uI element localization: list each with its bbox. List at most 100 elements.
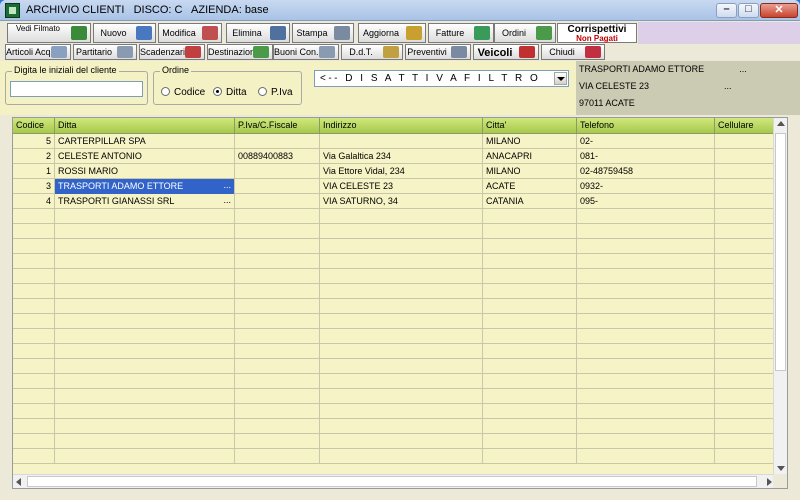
- cell-codice[interactable]: 3: [13, 179, 55, 194]
- cell-cellulare: [715, 404, 775, 419]
- cell-indirizzo[interactable]: Via Galaltica 234: [320, 149, 483, 164]
- cell-ditta[interactable]: TRASPORTI ADAMO ETTORE...: [55, 179, 235, 194]
- cell-cellulare[interactable]: [715, 179, 775, 194]
- cell-citta[interactable]: MILANO: [483, 164, 577, 179]
- scroll-down-icon[interactable]: [777, 466, 785, 471]
- cell-citta: [483, 239, 577, 254]
- corrispettivi-button[interactable]: Corrispettivi Non Pagati: [557, 23, 637, 43]
- scroll-right-icon[interactable]: [767, 478, 772, 486]
- cell-piva[interactable]: [235, 179, 320, 194]
- table-row[interactable]: 2 CELESTE ANTONIO 00889400883 Via Galaltica…: [13, 149, 775, 164]
- column-header-indirizzo[interactable]: Indirizzo: [320, 118, 483, 134]
- cell-indirizzo: [320, 239, 483, 254]
- table-row[interactable]: 4 TRASPORTI GIANASSI SRL... VIA SATURNO, 3…: [13, 194, 775, 209]
- column-header-cellulare[interactable]: Cellulare: [715, 118, 775, 134]
- column-header-codice[interactable]: Codice: [13, 118, 55, 134]
- column-header-telefono[interactable]: Telefono: [577, 118, 715, 134]
- cell-cellulare[interactable]: [715, 194, 775, 209]
- column-header-ditta[interactable]: Ditta: [55, 118, 235, 134]
- aggiorna-button[interactable]: Aggiorna: [358, 23, 426, 43]
- nuovo-label: Nuovo: [100, 28, 127, 38]
- horizontal-scrollbar[interactable]: [13, 474, 775, 488]
- cell-indirizzo[interactable]: Via Ettore Vidal, 234: [320, 164, 483, 179]
- cell-codice: [13, 284, 55, 299]
- cell-piva[interactable]: [235, 194, 320, 209]
- cell-citta[interactable]: CATANIA: [483, 194, 577, 209]
- fatture-button[interactable]: Fatture: [428, 23, 494, 43]
- cell-ditta[interactable]: CARTERPILLAR SPA: [55, 134, 235, 149]
- cell-indirizzo[interactable]: [320, 134, 483, 149]
- ordini-button[interactable]: Ordini: [494, 23, 556, 43]
- column-header-citta[interactable]: Citta': [483, 118, 577, 134]
- scadenzario-button[interactable]: Scadenzario: [139, 44, 205, 60]
- minimize-button[interactable]: –: [716, 3, 737, 18]
- partitario-button[interactable]: Partitario: [73, 44, 137, 60]
- vertical-scrollbar[interactable]: [773, 118, 787, 474]
- scroll-up-icon[interactable]: [777, 121, 785, 126]
- cell-ditta[interactable]: CELESTE ANTONIO: [55, 149, 235, 164]
- modifica-button[interactable]: Modifica: [158, 23, 222, 43]
- preventivi-button[interactable]: Preventivi: [405, 44, 471, 60]
- cell-cellulare[interactable]: [715, 149, 775, 164]
- invoice-icon: [474, 26, 490, 40]
- chiudi-button[interactable]: Chiudi: [541, 44, 605, 60]
- close-button[interactable]: ✕: [760, 3, 798, 18]
- cell-citta[interactable]: MILANO: [483, 134, 577, 149]
- cell-piva[interactable]: [235, 134, 320, 149]
- articoli-button[interactable]: Articoli Acq.: [5, 44, 71, 60]
- table-row[interactable]: 1 ROSSI MARIO Via Ettore Vidal, 234 MILANO 0…: [13, 164, 775, 179]
- chevron-down-icon[interactable]: [554, 72, 567, 85]
- maximize-icon: □: [745, 3, 752, 15]
- cell-piva[interactable]: 00889400883: [235, 149, 320, 164]
- maximize-button[interactable]: □: [738, 3, 759, 18]
- vertical-scroll-thumb[interactable]: [775, 133, 786, 371]
- cell-piva: [235, 314, 320, 329]
- cell-codice[interactable]: 2: [13, 149, 55, 164]
- order-codice-radio[interactable]: Codice: [161, 87, 205, 98]
- vedi-button[interactable]: Vedi Filmato: [7, 23, 91, 43]
- cell-indirizzo[interactable]: VIA SATURNO, 34: [320, 194, 483, 209]
- cell-telefono[interactable]: 095-: [577, 194, 715, 209]
- cell-telefono[interactable]: 0932-: [577, 179, 715, 194]
- order-piva-radio[interactable]: P.Iva: [258, 87, 293, 98]
- cell-codice: [13, 449, 55, 464]
- elimina-button[interactable]: Elimina: [226, 23, 290, 43]
- stampa-button[interactable]: Stampa: [292, 23, 354, 43]
- empty-row: [13, 239, 775, 254]
- order-ditta-radio[interactable]: Ditta: [213, 87, 247, 98]
- cell-codice[interactable]: 4: [13, 194, 55, 209]
- cell-ditta: [55, 344, 235, 359]
- cell-indirizzo-text: Via Ettore Vidal, 234: [323, 166, 405, 176]
- cell-ditta: [55, 314, 235, 329]
- cell-citta[interactable]: ANACAPRI: [483, 149, 577, 164]
- cell-ditta[interactable]: ROSSI MARIO: [55, 164, 235, 179]
- cell-indirizzo[interactable]: VIA CELESTE 23: [320, 179, 483, 194]
- cell-codice[interactable]: 5: [13, 134, 55, 149]
- cell-piva[interactable]: [235, 164, 320, 179]
- scroll-left-icon[interactable]: [16, 478, 21, 486]
- ddt-button[interactable]: D.d.T.: [341, 44, 403, 60]
- buoni-button[interactable]: Buoni Con.: [273, 44, 339, 60]
- cell-cellulare: [715, 359, 775, 374]
- cell-telefono[interactable]: 081-: [577, 149, 715, 164]
- cell-indirizzo: [320, 359, 483, 374]
- table-row[interactable]: 5 CARTERPILLAR SPA MILANO 02-: [13, 134, 775, 149]
- cell-codice[interactable]: 1: [13, 164, 55, 179]
- column-header-piva[interactable]: P.Iva/C.Fiscale: [235, 118, 320, 134]
- cell-cellulare[interactable]: [715, 164, 775, 179]
- filter-dropdown[interactable]: <-- D I S A T T I V A F I L T R O: [314, 70, 569, 87]
- order-ditta-label: Ditta: [226, 87, 247, 98]
- edit-icon: [202, 26, 218, 40]
- table-row[interactable]: 3 TRASPORTI ADAMO ETTORE... VIA CELESTE 23…: [13, 179, 775, 194]
- cell-ditta[interactable]: TRASPORTI GIANASSI SRL...: [55, 194, 235, 209]
- cell-citta[interactable]: ACATE: [483, 179, 577, 194]
- cell-telefono[interactable]: 02-48759458: [577, 164, 715, 179]
- nuovo-button[interactable]: Nuovo: [93, 23, 156, 43]
- cell-telefono[interactable]: 02-: [577, 134, 715, 149]
- destinazioni-button[interactable]: Destinazioni: [207, 44, 273, 60]
- search-initials-input[interactable]: [10, 81, 143, 97]
- veicoli-button[interactable]: Veicoli: [473, 44, 539, 60]
- cell-cellulare[interactable]: [715, 134, 775, 149]
- horizontal-scroll-thumb[interactable]: [27, 476, 757, 487]
- clients-grid[interactable]: Codice Ditta P.Iva/C.Fiscale Indirizzo Citta…: [12, 117, 788, 489]
